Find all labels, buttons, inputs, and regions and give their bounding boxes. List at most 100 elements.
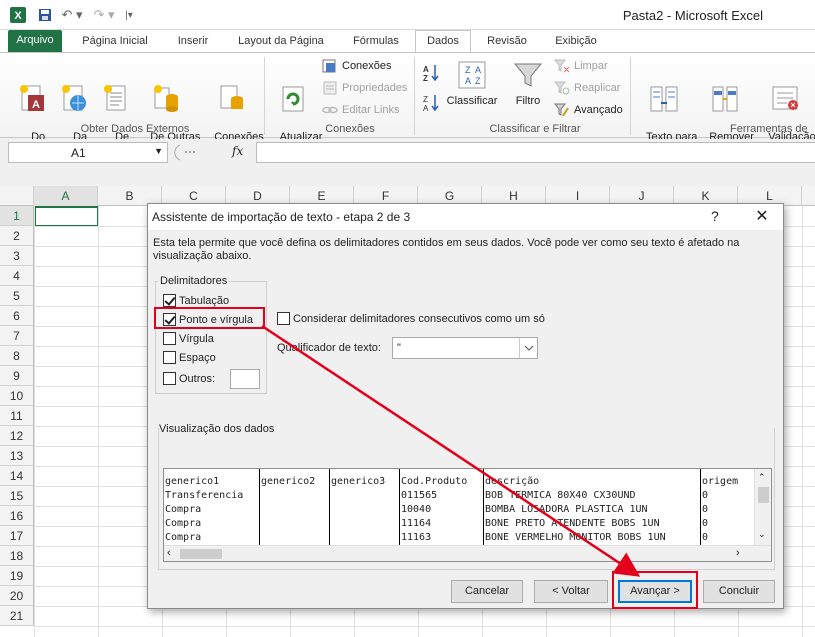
checkbox-box[interactable] — [163, 332, 176, 345]
row-header[interactable]: 17 — [0, 526, 34, 546]
row-header[interactable]: 4 — [0, 266, 34, 286]
chevron-up-icon[interactable]: ⌃ — [758, 472, 766, 483]
preview-header-cell[interactable]: origem — [701, 475, 761, 489]
tab-layout-pagina[interactable]: Layout da Página — [226, 32, 336, 52]
sort-button[interactable]: ZAAZ Classificar — [444, 59, 500, 107]
connections-button[interactable]: Conexões — [322, 58, 392, 74]
column-header-a[interactable]: A — [34, 186, 98, 206]
row-header[interactable]: 1 — [0, 206, 34, 226]
tab-arquivo[interactable]: Arquivo — [8, 30, 62, 52]
tab-formulas[interactable]: Fórmulas — [342, 32, 410, 52]
customize-toolbar-icon[interactable]: |▾ — [122, 5, 136, 25]
chevron-left-icon[interactable]: ‹ — [167, 547, 171, 559]
selected-cell-a1[interactable] — [34, 206, 99, 227]
preview-horizontal-scrollbar[interactable]: ‹ › — [164, 545, 771, 561]
checkbox-box[interactable] — [163, 372, 176, 385]
formula-bar: A1 ▼ fx — [0, 139, 815, 167]
tab-inserir[interactable]: Inserir — [166, 32, 220, 52]
edit-links-button[interactable]: Editar Links — [322, 102, 399, 118]
preview-cell — [330, 517, 400, 531]
text-qualifier-select[interactable]: " — [392, 337, 538, 359]
help-icon[interactable]: ? — [711, 208, 719, 224]
checkbox-tabulacao[interactable]: Tabulação — [163, 294, 229, 307]
close-icon[interactable]: ✕ — [752, 206, 772, 226]
tab-dados[interactable]: Dados — [415, 30, 471, 53]
row-header[interactable]: 2 — [0, 226, 34, 246]
tab-revisao[interactable]: Revisão — [478, 32, 536, 52]
row-header[interactable]: 13 — [0, 446, 34, 466]
row-header[interactable]: 20 — [0, 586, 34, 606]
svg-text:A: A — [475, 65, 481, 75]
tab-pagina-inicial[interactable]: Página Inicial — [72, 32, 158, 52]
chevron-right-icon[interactable]: › — [736, 547, 740, 559]
ribbon-separator — [630, 57, 631, 135]
preview-cell: Compra — [165, 504, 202, 515]
sort-az-icon[interactable]: AZ — [422, 63, 440, 83]
undo-icon[interactable]: ↶ ▾ — [58, 5, 86, 25]
select-all-corner[interactable] — [0, 186, 34, 206]
scrollbar-thumb[interactable] — [758, 487, 769, 503]
clear-filter-button[interactable]: Limpar — [553, 58, 608, 74]
row-header[interactable]: 18 — [0, 546, 34, 566]
save-icon[interactable] — [36, 5, 54, 25]
preview-header-cell[interactable]: generico2 — [260, 475, 330, 489]
preview-header-cell[interactable]: generico1 — [164, 475, 260, 489]
row-header[interactable]: 7 — [0, 326, 34, 346]
annotation-highlight-next — [612, 571, 698, 609]
preview-vertical-scrollbar[interactable]: ⌃ ⌄ — [754, 469, 771, 545]
dialog-title: Assistente de importação de texto - etap… — [152, 210, 411, 224]
sort-za-icon[interactable]: ZA — [422, 93, 440, 113]
advanced-filter-icon — [553, 102, 570, 118]
preview-header-cell[interactable]: descrição — [484, 475, 701, 489]
scrollbar-thumb[interactable] — [180, 549, 222, 559]
checkbox-espaco[interactable]: Espaço — [163, 351, 216, 364]
checkbox-box[interactable] — [163, 351, 176, 364]
chevron-down-icon[interactable] — [519, 338, 537, 358]
advanced-filter-button[interactable]: Avançado — [553, 102, 623, 118]
preview-cell — [260, 517, 330, 531]
insert-function-icon[interactable]: fx — [232, 144, 243, 158]
row-header[interactable]: 19 — [0, 566, 34, 586]
checkbox-outros[interactable]: Outros: — [163, 372, 215, 385]
reapply-button[interactable]: Reaplicar — [553, 80, 620, 96]
formula-expand-handle[interactable] — [172, 142, 212, 163]
reapply-icon — [553, 80, 570, 96]
checkbox-virgula[interactable]: Vírgula — [163, 332, 214, 345]
preview-header-cell[interactable]: Cod.Produto — [400, 475, 484, 489]
redo-icon[interactable]: ↷ ▾ — [90, 5, 118, 25]
cancel-button[interactable]: Cancelar — [451, 580, 523, 603]
refresh-icon — [277, 83, 309, 115]
filter-button[interactable]: Filtro — [508, 59, 548, 107]
outros-input[interactable] — [230, 369, 260, 389]
formula-input[interactable] — [256, 142, 815, 163]
row-header[interactable]: 14 — [0, 466, 34, 486]
preview-column-break — [700, 469, 701, 545]
row-header[interactable]: 12 — [0, 426, 34, 446]
name-box[interactable]: A1 ▼ — [8, 142, 168, 163]
back-button[interactable]: < Voltar — [534, 580, 608, 603]
row-header[interactable]: 9 — [0, 366, 34, 386]
finish-button[interactable]: Concluir — [703, 580, 775, 603]
row-header[interactable]: 15 — [0, 486, 34, 506]
row-header[interactable]: 21 — [0, 606, 34, 626]
title-bar: X ↶ ▾ ↷ ▾ |▾ Pasta2 - Microsoft Excel — [0, 0, 815, 30]
checkbox-box[interactable] — [277, 312, 290, 325]
row-header[interactable]: 6 — [0, 306, 34, 326]
tab-exibicao[interactable]: Exibição — [544, 32, 608, 52]
checkbox-box[interactable] — [163, 294, 176, 307]
preview-header-cell[interactable]: generico3 — [330, 475, 400, 489]
row-header[interactable]: 16 — [0, 506, 34, 526]
chevron-down-icon[interactable]: ▼ — [154, 146, 163, 156]
dialog-description: Esta tela permite que você defina os del… — [153, 237, 740, 262]
checkbox-consecutive-delimiters[interactable]: Considerar delimitadores consecutivos co… — [277, 312, 545, 325]
svg-text:A: A — [32, 99, 40, 111]
row-header[interactable]: 11 — [0, 406, 34, 426]
chevron-down-icon[interactable]: ⌄ — [758, 529, 766, 540]
row-header[interactable]: 8 — [0, 346, 34, 366]
properties-button[interactable]: Propriedades — [322, 80, 407, 96]
row-header[interactable]: 10 — [0, 386, 34, 406]
row-header[interactable]: 5 — [0, 286, 34, 306]
preview-cell: Transferencia — [165, 490, 244, 501]
row-header[interactable]: 3 — [0, 246, 34, 266]
svg-text:Z: Z — [465, 65, 471, 75]
